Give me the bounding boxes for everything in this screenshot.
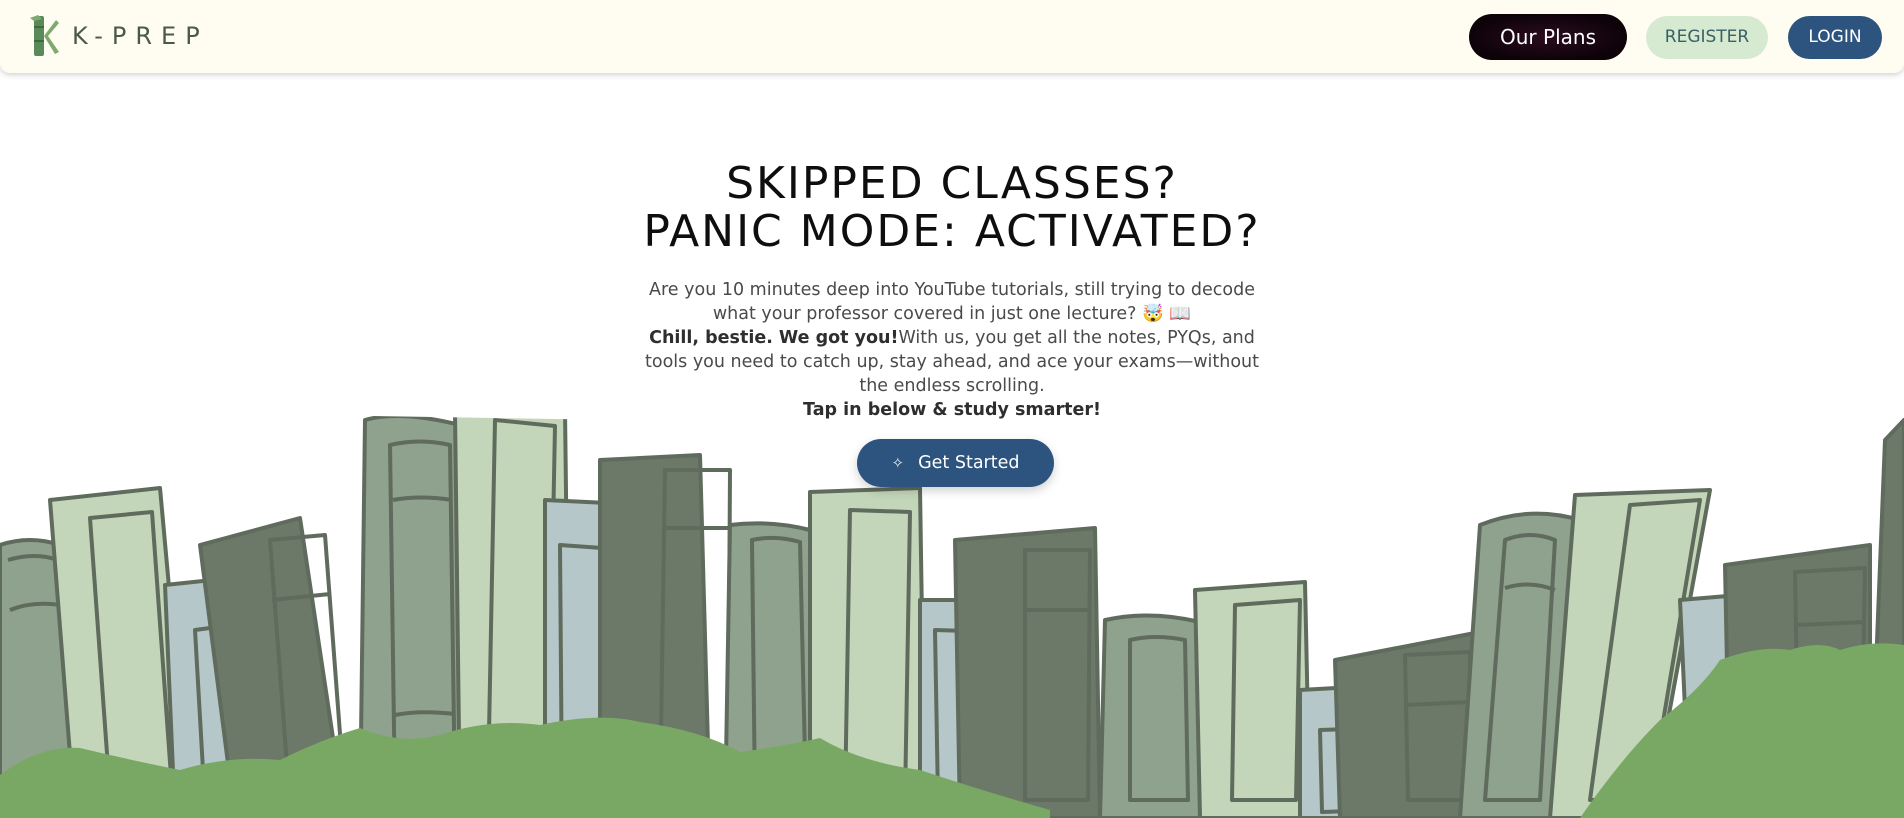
hero-section: SKIPPED CLASSES? PANIC MODE: ACTIVATED? … bbox=[0, 160, 1904, 422]
login-button[interactable]: LOGIN bbox=[1788, 15, 1882, 59]
get-started-label: Get Started bbox=[918, 453, 1020, 473]
hero-title-line-2: PANIC MODE: ACTIVATED? bbox=[643, 206, 1261, 257]
bamboo-k-logo-icon bbox=[30, 15, 59, 56]
hero-title-line-1: SKIPPED CLASSES? bbox=[726, 158, 1178, 209]
sparkle-icon: ✧ bbox=[891, 454, 905, 472]
brand-logo[interactable]: K-PREP bbox=[28, 14, 209, 58]
hero-title: SKIPPED CLASSES? PANIC MODE: ACTIVATED? bbox=[0, 160, 1904, 256]
get-started-button[interactable]: ✧ Get Started bbox=[857, 439, 1054, 487]
register-button[interactable]: REGISTER bbox=[1646, 15, 1768, 59]
brand-name: K-PREP bbox=[72, 22, 209, 50]
top-navbar: K-PREP Our Plans REGISTER LOGIN bbox=[0, 0, 1904, 73]
hero-intro-text: Are you 10 minutes deep into YouTube tut… bbox=[649, 280, 1255, 324]
our-plans-button[interactable]: Our Plans bbox=[1469, 14, 1627, 60]
hero-bold-lead: Chill, bestie. We got you! bbox=[649, 328, 899, 348]
hero-description: Are you 10 minutes deep into YouTube tut… bbox=[642, 278, 1262, 422]
hero-cta-line: Tap in below & study smarter! bbox=[803, 400, 1101, 420]
nav-actions: Our Plans REGISTER LOGIN bbox=[1469, 14, 1882, 60]
